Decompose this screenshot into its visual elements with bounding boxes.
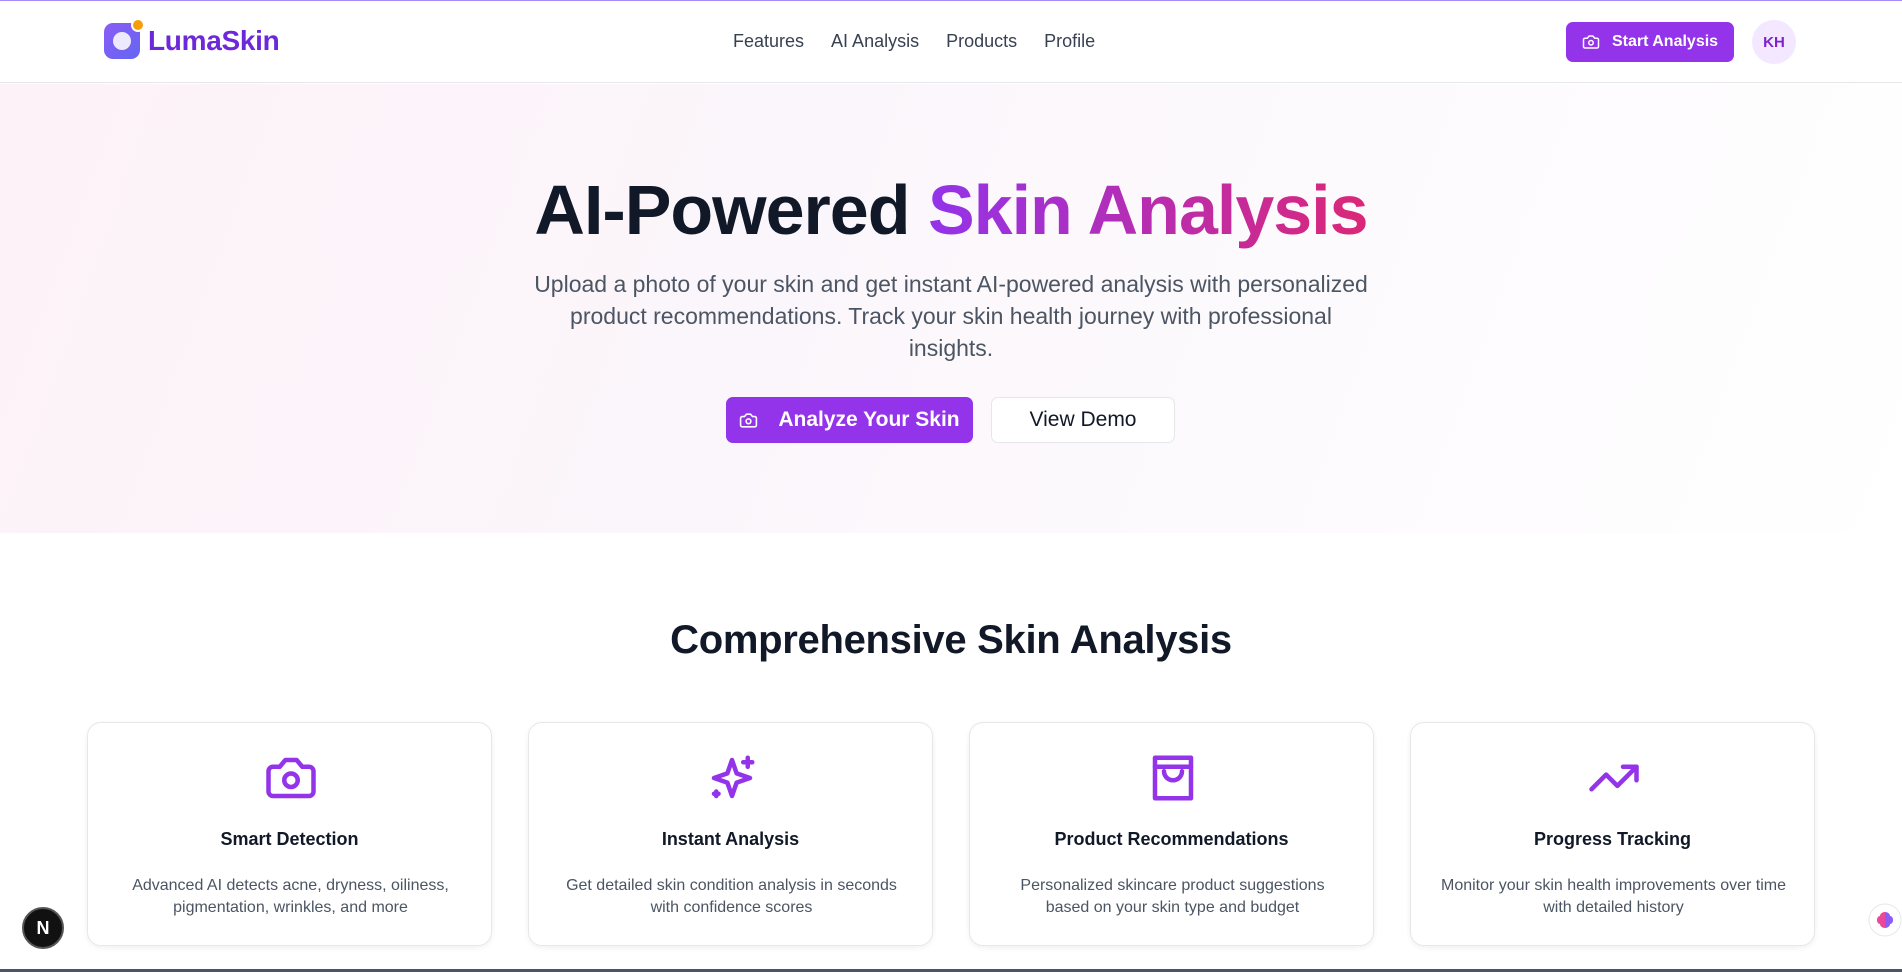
nav-link-ai-analysis[interactable]: AI Analysis — [831, 31, 919, 52]
start-analysis-label: Start Analysis — [1611, 33, 1719, 50]
main-nav: Features AI Analysis Products Profile — [733, 31, 1095, 52]
nav-link-profile[interactable]: Profile — [1044, 31, 1095, 52]
feature-card-title: Instant Analysis — [661, 829, 800, 849]
feature-card-desc: Advanced AI detects acne, dryness, oilin… — [132, 877, 449, 916]
feature-card-title: Product Recommendations — [1054, 829, 1289, 849]
feature-card-title: Progress Tracking — [1533, 829, 1692, 849]
hero-title: AI-Powered Skin Analysis — [0, 170, 1902, 250]
hero-title-plain: AI-Powered — [534, 171, 928, 249]
feature-card-desc: Monitor your skin health improvements ov… — [1440, 877, 1787, 916]
feature-card-smart-detection: Smart Detection Advanced AI detects acne… — [87, 722, 492, 946]
top-navbar: LumaSkin Features AI Analysis Products P… — [0, 1, 1902, 83]
camera-icon — [266, 757, 316, 799]
shopping-bag-icon — [1152, 755, 1194, 801]
sparkles-icon — [711, 755, 755, 799]
nav-link-features[interactable]: Features — [733, 31, 804, 52]
camera-icon — [740, 412, 758, 428]
hero-subtitle: Upload a photo of your skin and get inst… — [534, 271, 1368, 361]
view-demo-button[interactable]: View Demo — [991, 397, 1175, 443]
trending-up-icon — [1589, 764, 1639, 792]
analyze-skin-button[interactable]: Analyze Your Skin — [726, 397, 973, 443]
user-avatar[interactable]: KH — [1752, 20, 1796, 64]
feature-card-progress-tracking: Progress Tracking Monitor your skin heal… — [1410, 722, 1815, 946]
camera-icon — [1582, 35, 1600, 49]
feature-card-product-recommendations: Product Recommendations Personalized ski… — [969, 722, 1374, 946]
feature-card-instant-analysis: Instant Analysis Get detailed skin condi… — [528, 722, 933, 946]
dev-tools-badge[interactable]: N — [22, 907, 64, 949]
features-title: Comprehensive Skin Analysis — [670, 618, 1232, 662]
analyze-skin-label: Analyze Your Skin — [778, 408, 960, 431]
hero-section: AI-Powered Skin Analysis Upload a photo … — [0, 84, 1902, 533]
feature-card-title: Smart Detection — [220, 829, 359, 849]
nav-link-products[interactable]: Products — [946, 31, 1017, 52]
start-analysis-button[interactable]: Start Analysis — [1566, 22, 1734, 62]
feature-card-desc: Personalized skincare product suggestion… — [1020, 877, 1325, 916]
feature-card-desc: Get detailed skin condition analysis in … — [566, 877, 897, 916]
brain-icon[interactable] — [1868, 903, 1902, 937]
brand-name: LumaSkin — [148, 25, 280, 56]
hero-title-highlight: Skin Analysis — [927, 171, 1369, 249]
logo-icon — [104, 18, 145, 59]
brand-logo[interactable]: LumaSkin — [104, 18, 280, 59]
